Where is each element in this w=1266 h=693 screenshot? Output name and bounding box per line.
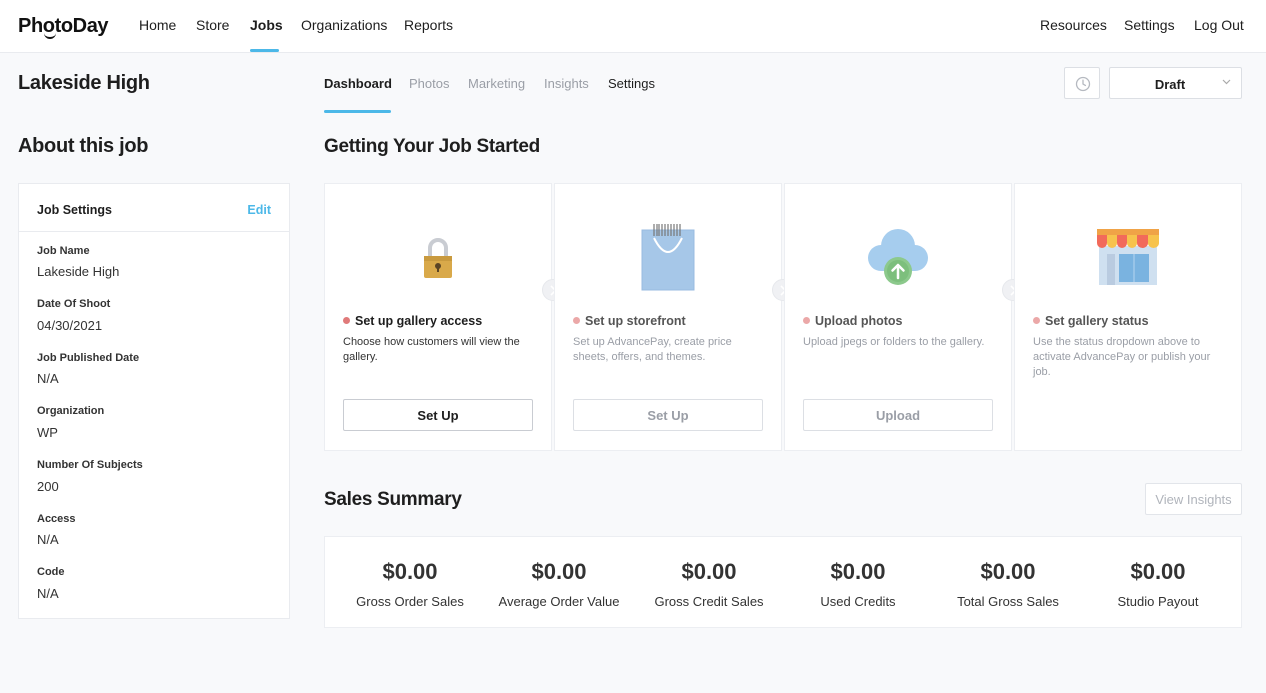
step-title: Upload photos [815, 314, 903, 328]
nav-jobs[interactable]: Jobs [250, 17, 283, 33]
storefront-icon [1097, 229, 1159, 285]
metric-average-order-value: $0.00 Average Order Value [484, 537, 634, 627]
metric-value: $0.00 [830, 559, 886, 584]
job-settings-card: Job Settings Edit Job Name Lakeside High… [18, 183, 290, 619]
clock-icon [1075, 76, 1091, 92]
field-value-access: N/A [37, 532, 59, 547]
nav-log-out[interactable]: Log Out [1194, 17, 1244, 33]
nav-organizations[interactable]: Organizations [301, 17, 387, 33]
step-card-upload: Upload photos Upload jpegs or folders to… [784, 183, 1012, 451]
field-value-job-name: Lakeside High [37, 264, 120, 279]
nav-reports[interactable]: Reports [404, 17, 453, 33]
photoday-logo[interactable]: PhotoDay [18, 15, 109, 38]
step-description: Set up AdvancePay, create price sheets, … [573, 336, 732, 363]
job-settings-title: Job Settings [37, 203, 113, 217]
metric-gross-order-sales: $0.00 Gross Order Sales [335, 537, 485, 627]
metric-used-credits: $0.00 Used Credits [783, 537, 933, 627]
job-title: Lakeside High [18, 72, 150, 94]
shopping-bag-icon [641, 224, 695, 291]
step-description: Choose how customers will view the galle… [343, 336, 520, 363]
job-status-value: Draft [1154, 77, 1186, 92]
tab-active-underline [324, 110, 391, 113]
field-value-published-date: N/A [37, 371, 59, 386]
nav-store[interactable]: Store [196, 17, 229, 33]
field-label-access: Access [37, 513, 76, 525]
field-label-organization: Organization [37, 405, 105, 417]
about-heading: About this job [18, 135, 149, 157]
metric-total-gross-sales: $0.00 Total Gross Sales [933, 537, 1083, 627]
metric-gross-credit-sales: $0.00 Gross Credit Sales [634, 537, 784, 627]
sales-summary-card: $0.00 Gross Order Sales $0.00 Average Or… [324, 536, 1242, 628]
field-value-number-of-subjects: 200 [37, 479, 59, 494]
tab-dashboard[interactable]: Dashboard [324, 76, 392, 91]
field-value-code: N/A [37, 586, 59, 601]
metric-value: $0.00 [382, 559, 438, 584]
step-title: Set up gallery access [355, 314, 483, 328]
lock-icon [424, 238, 452, 278]
field-label-number-of-subjects: Number Of Subjects [37, 459, 143, 471]
sales-summary-heading: Sales Summary [324, 489, 462, 510]
nav-active-underline [250, 49, 279, 52]
upload-photos-button[interactable]: Upload [803, 399, 993, 431]
metric-label: Total Gross Sales [957, 594, 1059, 609]
step-status-dot [343, 317, 350, 324]
tab-photos[interactable]: Photos [409, 76, 449, 91]
step-card-gallery-status: Set gallery status Use the status dropdo… [1014, 183, 1242, 451]
metric-value: $0.00 [1130, 559, 1186, 584]
edit-job-settings-link[interactable]: Edit [247, 203, 271, 217]
step-title: Set up storefront [585, 314, 686, 328]
metric-value: $0.00 [681, 559, 737, 584]
step-status-dot [803, 317, 810, 324]
step-description: Use the status dropdown above to activat… [1033, 336, 1211, 378]
top-navbar: PhotoDay Home Store Jobs Organizations R… [0, 0, 1266, 53]
field-label-job-name: Job Name [37, 245, 90, 257]
field-value-organization: WP [37, 425, 58, 440]
metric-label: Studio Payout [1117, 594, 1199, 609]
tab-insights[interactable]: Insights [544, 76, 589, 91]
job-status-dropdown[interactable]: Draft [1109, 67, 1242, 99]
field-label-published-date: Job Published Date [37, 352, 140, 364]
step-status-dot [573, 317, 580, 324]
step-card-gallery-access: Set up gallery access Choose how custome… [324, 183, 552, 451]
field-value-date-of-shoot: 04/30/2021 [37, 318, 103, 333]
field-label-code: Code [37, 566, 65, 578]
metric-label: Average Order Value [498, 594, 620, 609]
step-card-storefront: Set up storefront Set up AdvancePay, cre… [554, 183, 782, 451]
metric-value: $0.00 [531, 559, 587, 584]
metric-studio-payout: $0.00 Studio Payout [1083, 537, 1233, 627]
nav-settings[interactable]: Settings [1124, 17, 1175, 33]
metric-label: Gross Order Sales [356, 594, 464, 609]
field-label-date-of-shoot: Date Of Shoot [37, 298, 111, 310]
tab-marketing[interactable]: Marketing [468, 76, 525, 91]
metric-label: Gross Credit Sales [654, 594, 764, 609]
chevron-down-icon [1222, 79, 1231, 85]
step-title: Set gallery status [1045, 314, 1149, 328]
getting-started-heading: Getting Your Job Started [324, 136, 540, 157]
step-status-dot [1033, 317, 1040, 324]
cloud-upload-icon [868, 229, 928, 285]
job-settings-header: Job Settings Edit [19, 184, 289, 232]
set-up-gallery-access-button[interactable]: Set Up [343, 399, 533, 431]
nav-resources[interactable]: Resources [1040, 17, 1107, 33]
set-up-storefront-button[interactable]: Set Up [573, 399, 763, 431]
tab-settings[interactable]: Settings [608, 76, 655, 91]
step-description: Upload jpegs or folders to the gallery. [803, 336, 985, 348]
metric-value: $0.00 [980, 559, 1036, 584]
nav-home[interactable]: Home [139, 17, 176, 33]
view-insights-button[interactable]: View Insights [1145, 483, 1242, 515]
metric-label: Used Credits [820, 594, 896, 609]
logo-smile-mark [44, 33, 56, 39]
history-button[interactable] [1064, 67, 1100, 99]
